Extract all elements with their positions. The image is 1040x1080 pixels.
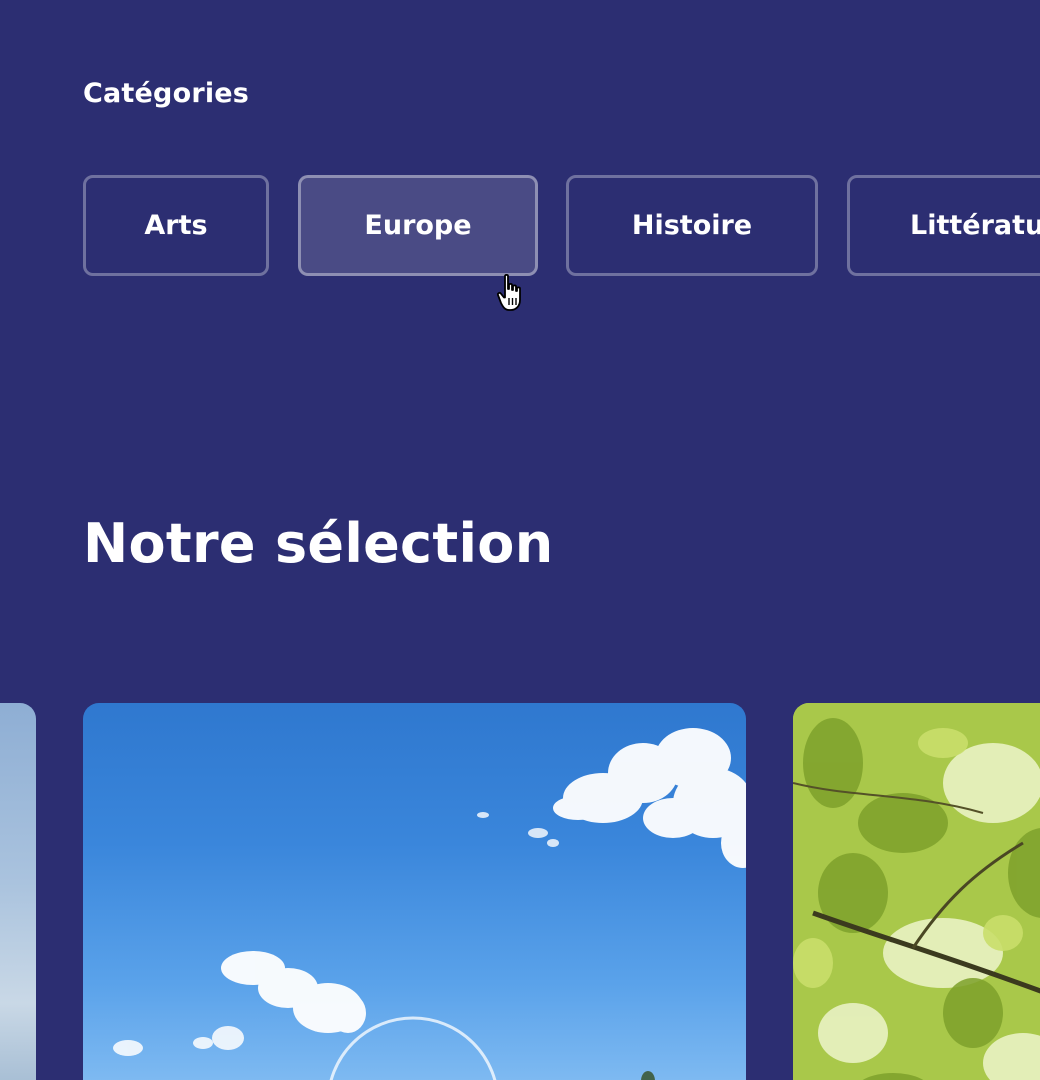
categories-label: Catégories xyxy=(83,78,250,109)
category-chips: Arts Europe Histoire Littératu xyxy=(83,175,1040,280)
category-chip-arts[interactable]: Arts xyxy=(83,175,269,276)
selection-heading: Notre sélection xyxy=(83,512,554,575)
category-chip-litterature[interactable]: Littératu xyxy=(847,175,1040,276)
page: Catégories Arts Europe Histoire Littérat… xyxy=(0,0,1040,1080)
selection-card-previous[interactable] xyxy=(0,703,36,1080)
selection-card-leaves[interactable] xyxy=(793,703,1040,1080)
category-chip-europe[interactable]: Europe xyxy=(298,175,538,276)
leaves-photo xyxy=(793,703,1040,1080)
sky-photo xyxy=(113,728,746,1080)
selection-card-sky[interactable] xyxy=(83,703,746,1080)
category-chip-histoire[interactable]: Histoire xyxy=(566,175,818,276)
hand-pointer-icon xyxy=(497,274,521,311)
